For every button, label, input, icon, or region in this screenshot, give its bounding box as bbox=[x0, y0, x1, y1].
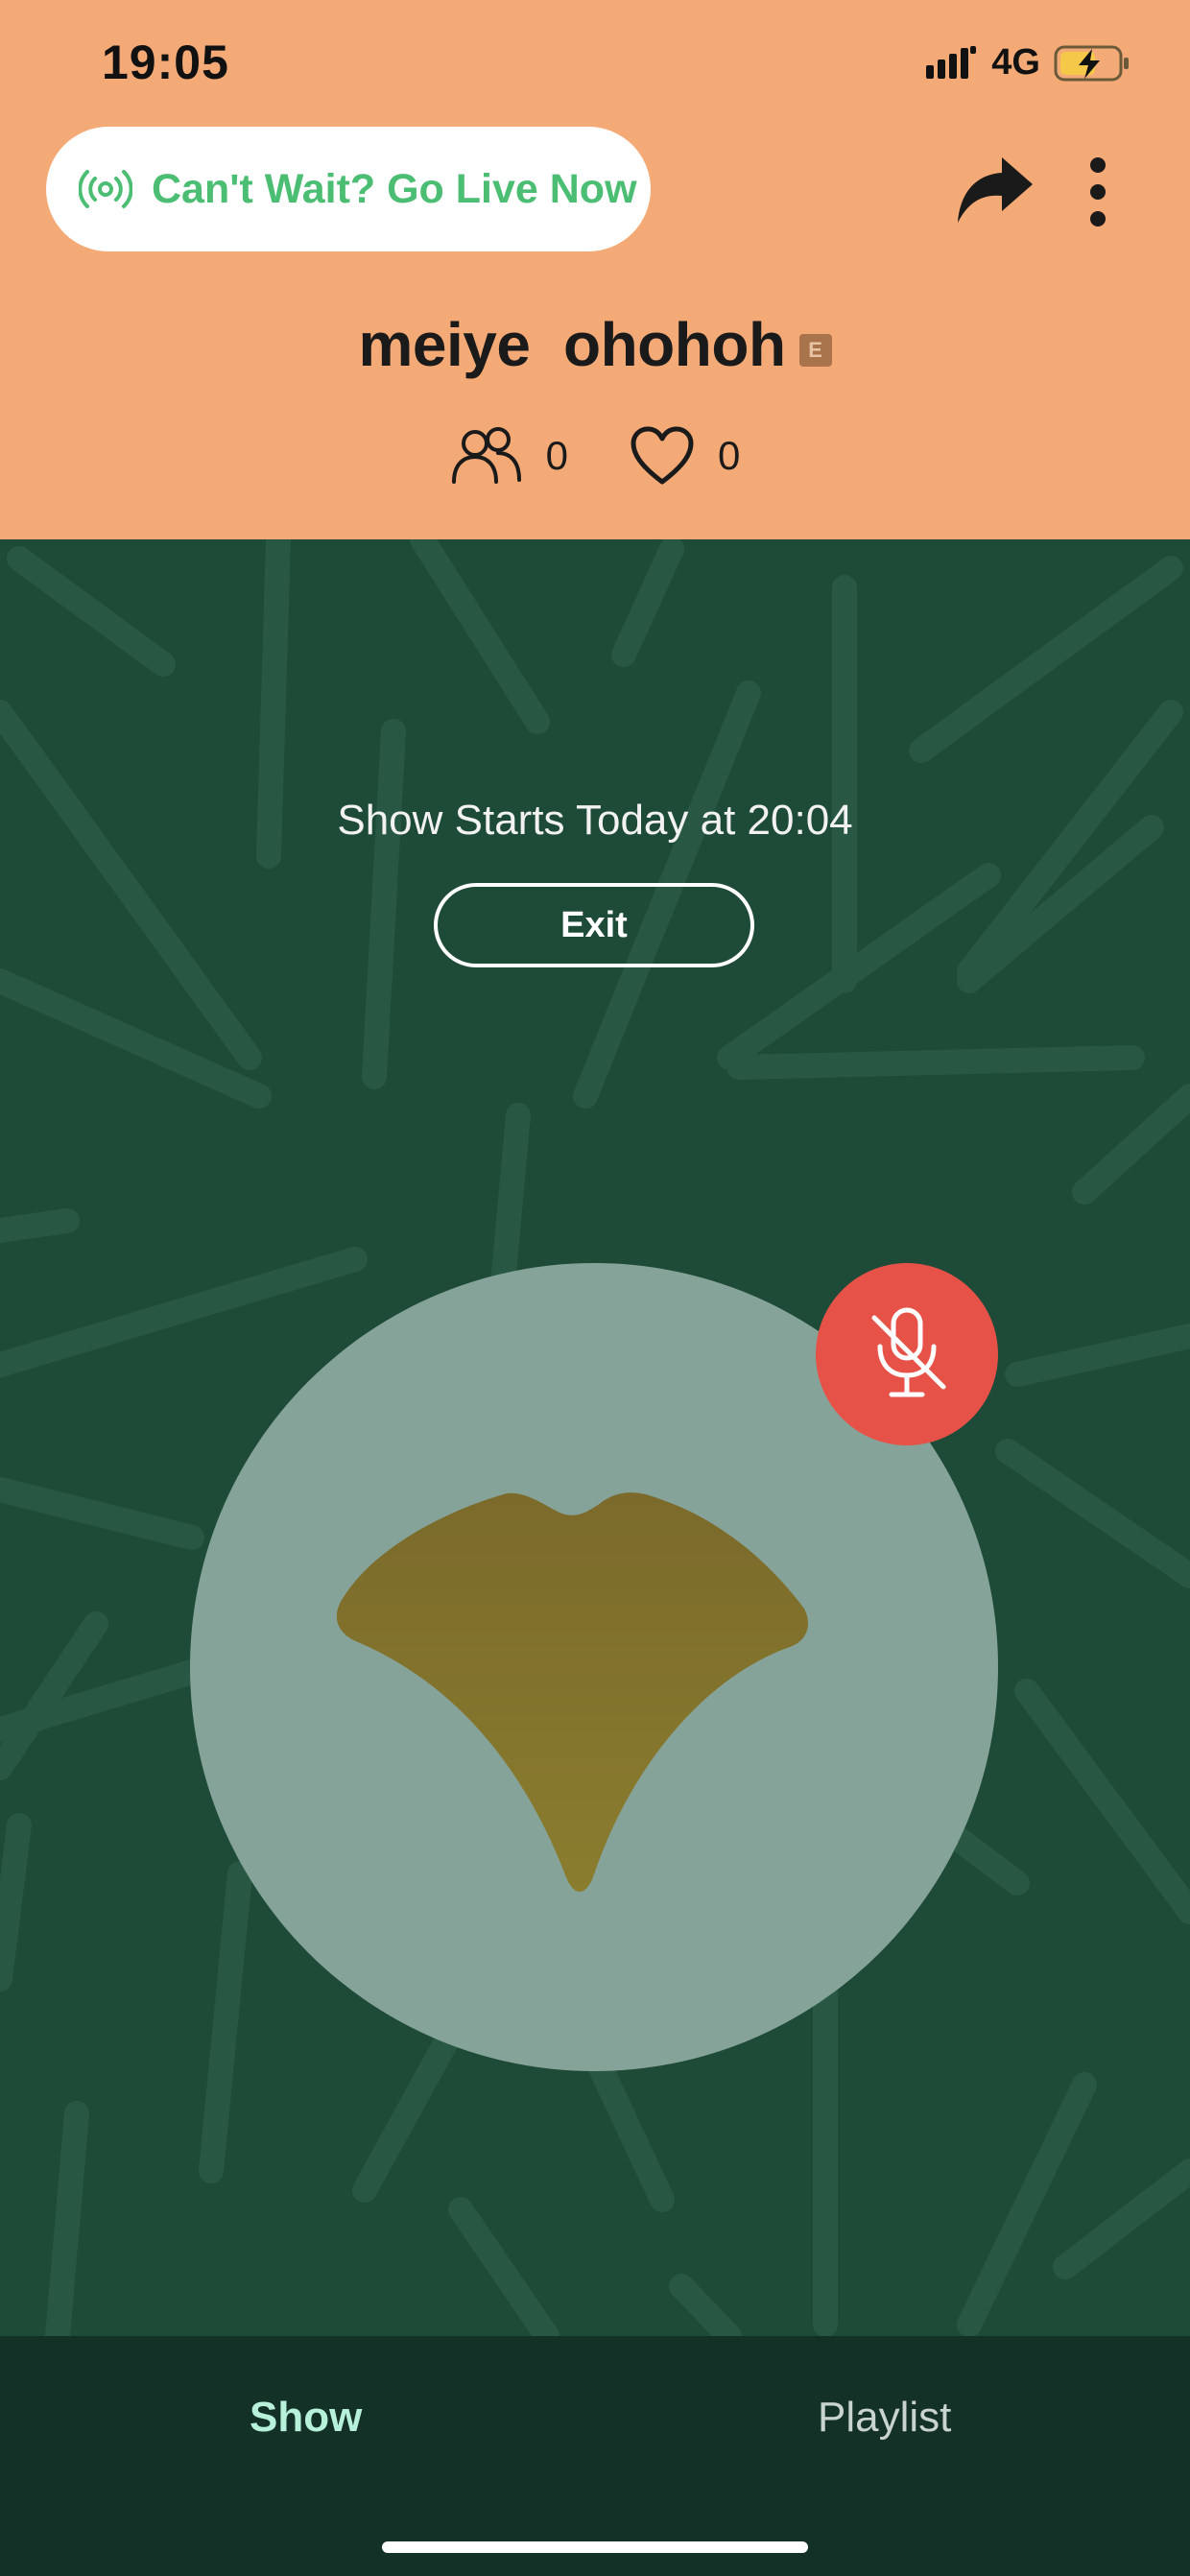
home-indicator[interactable] bbox=[382, 2541, 808, 2553]
mic-off-icon bbox=[871, 1307, 946, 1397]
heart-icon bbox=[631, 426, 694, 485]
network-type: 4G bbox=[991, 42, 1040, 83]
share-icon[interactable] bbox=[954, 154, 1035, 227]
exit-button[interactable]: Exit bbox=[434, 883, 754, 967]
status-indicators: 4G bbox=[926, 42, 1130, 83]
go-live-now-button[interactable]: Can't Wait? Go Live Now bbox=[46, 127, 651, 251]
stats-row: 0 0 bbox=[0, 426, 1190, 486]
bottom-tab-bar: Show Playlist bbox=[0, 2336, 1190, 2576]
show-header: 19:05 4G Can't Wait? Go Live Now meiye o… bbox=[0, 0, 1190, 539]
listeners-count: 0 bbox=[545, 433, 568, 478]
more-vertical-icon[interactable] bbox=[1079, 154, 1117, 230]
broadcast-icon bbox=[79, 170, 132, 208]
battery-charging-icon bbox=[1054, 45, 1129, 81]
mic-muted-button[interactable] bbox=[816, 1263, 998, 1445]
listeners-stat: 0 bbox=[450, 426, 568, 486]
signal-icon bbox=[926, 45, 977, 79]
explicit-badge: E bbox=[798, 334, 832, 367]
host-title: meiye ohohoh E bbox=[0, 309, 1190, 380]
tab-show[interactable]: Show bbox=[250, 2394, 362, 2442]
likes-count: 0 bbox=[718, 433, 741, 478]
show-stage: Show Starts Today at 20:04 Exit bbox=[0, 539, 1190, 2336]
people-icon bbox=[451, 427, 521, 484]
show-start-time: Show Starts Today at 20:04 bbox=[337, 797, 853, 844]
likes-stat: 0 bbox=[630, 426, 740, 486]
status-time: 19:05 bbox=[102, 36, 229, 89]
go-live-label: Can't Wait? Go Live Now bbox=[152, 165, 637, 212]
tab-playlist[interactable]: Playlist bbox=[818, 2394, 951, 2442]
host-name: meiye ohohoh bbox=[358, 310, 786, 379]
